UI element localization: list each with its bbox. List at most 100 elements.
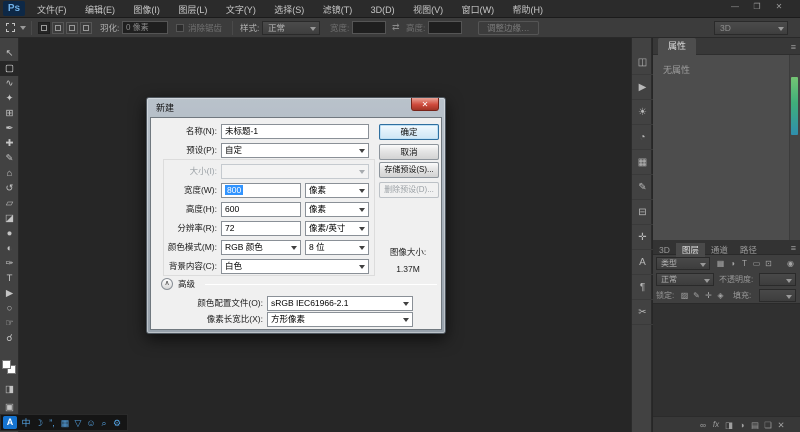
filter-adjustment-layers-icon[interactable]: ◑ xyxy=(727,257,738,270)
ime-logo-icon[interactable]: A xyxy=(3,416,17,429)
adjustments-panel-icon[interactable]: ☀ xyxy=(632,100,653,125)
tool-type[interactable]: T xyxy=(0,271,19,286)
ime-keyboard-icon[interactable]: ▦ xyxy=(59,417,71,429)
bit-depth-dropdown[interactable]: 8 位 xyxy=(305,240,369,255)
advanced-toggle-icon[interactable]: ∧ xyxy=(161,278,173,290)
ime-punctuation-icon[interactable]: ”, xyxy=(46,417,58,429)
menu-file[interactable]: 文件(F) xyxy=(30,1,74,19)
tool-healing-brush[interactable]: ✚ xyxy=(0,136,19,151)
masks-panel-icon[interactable]: ◔ xyxy=(632,125,653,150)
filter-shape-layers-icon[interactable]: ▭ xyxy=(751,257,762,270)
opacity-dropdown[interactable] xyxy=(759,273,796,286)
add-to-selection-icon[interactable] xyxy=(52,22,64,34)
menu-layer[interactable]: 图层(L) xyxy=(171,1,214,19)
clone-source-panel-icon[interactable]: ⊟ xyxy=(632,200,653,225)
pixel-aspect-dropdown[interactable]: 方形像素 xyxy=(267,312,413,327)
panel-menu-icon[interactable]: ≡ xyxy=(791,42,796,52)
tool-rectangular-marquee[interactable]: ▢ xyxy=(0,61,19,76)
menu-window[interactable]: 窗口(W) xyxy=(455,1,502,19)
tool-brush[interactable]: ✎ xyxy=(0,151,19,166)
size-dropdown[interactable] xyxy=(221,164,369,179)
filter-type-layers-icon[interactable]: T xyxy=(739,257,750,270)
quick-mask-icon[interactable]: ◨ xyxy=(0,382,19,397)
antialias-checkbox[interactable] xyxy=(176,24,184,32)
properties-scrollbar[interactable] xyxy=(789,55,800,240)
ime-user-icon[interactable]: ☺ xyxy=(85,417,97,429)
restore-icon[interactable]: ❐ xyxy=(748,2,766,11)
tool-preset-icon[interactable] xyxy=(6,23,15,32)
tool-gradient[interactable]: ◪ xyxy=(0,211,19,226)
ime-skin-icon[interactable]: ▽ xyxy=(72,417,84,429)
swap-dimensions-icon[interactable]: ⇄ xyxy=(392,22,400,33)
menu-view[interactable]: 视图(V) xyxy=(406,1,450,19)
cancel-button[interactable]: 取消 xyxy=(379,144,439,160)
tool-lasso[interactable]: ∿ xyxy=(0,76,19,91)
background-dropdown[interactable]: 白色 xyxy=(221,259,369,274)
paragraph-panel-icon[interactable]: ¶ xyxy=(632,275,653,300)
menu-type[interactable]: 文字(Y) xyxy=(219,1,263,19)
tool-zoom[interactable]: ☌ xyxy=(0,331,19,346)
minimize-icon[interactable]: — xyxy=(726,2,744,11)
menu-3d[interactable]: 3D(D) xyxy=(364,1,402,19)
dialog-close-icon[interactable]: ✕ xyxy=(411,98,439,111)
history-panel-icon[interactable]: ◫ xyxy=(632,50,653,75)
close-icon[interactable]: ✕ xyxy=(770,2,788,11)
tool-ellipse[interactable]: ○ xyxy=(0,301,19,316)
menu-filter[interactable]: 滤镜(T) xyxy=(316,1,360,19)
brush-presets-panel-icon[interactable]: ✎ xyxy=(632,175,653,200)
link-layers-icon[interactable]: ∞ xyxy=(697,419,709,431)
tab-paths[interactable]: 路径 xyxy=(734,243,763,258)
menu-select[interactable]: 选择(S) xyxy=(267,1,311,19)
menu-help[interactable]: 帮助(H) xyxy=(506,1,551,19)
tool-quick-selection[interactable]: ✦ xyxy=(0,91,19,106)
tool-pen[interactable]: ✑ xyxy=(0,256,19,271)
ime-settings-icon[interactable]: ⚙ xyxy=(111,417,123,429)
lock-position-icon[interactable]: ✛ xyxy=(703,289,714,302)
tool-hand[interactable]: ☞ xyxy=(0,316,19,331)
layer-filter-dropdown[interactable]: 类型 xyxy=(656,257,710,270)
layer-list[interactable] xyxy=(653,303,800,416)
notes-panel-icon[interactable]: ✂ xyxy=(632,300,653,325)
tool-dodge[interactable]: ◐ xyxy=(0,241,19,256)
intersect-selection-icon[interactable] xyxy=(80,22,92,34)
menu-edit[interactable]: 编辑(E) xyxy=(78,1,122,19)
tool-move[interactable]: ↖ xyxy=(0,46,19,61)
tool-path-selection[interactable]: ▶ xyxy=(0,286,19,301)
fill-dropdown[interactable] xyxy=(759,289,796,302)
tool-blur[interactable]: ● xyxy=(0,226,19,241)
filter-pixel-layers-icon[interactable]: ▦ xyxy=(715,257,726,270)
resolution-input[interactable]: 72 xyxy=(221,221,301,236)
filter-toggle-icon[interactable]: ◉ xyxy=(785,257,796,270)
ime-half-width-icon[interactable]: ☽ xyxy=(33,417,45,429)
delete-layer-icon[interactable]: ✕ xyxy=(775,419,787,431)
tab-properties[interactable]: 属性 xyxy=(658,38,696,55)
feather-input[interactable]: 0 像素 xyxy=(122,21,168,34)
ok-button[interactable]: 确定 xyxy=(379,124,439,140)
resolution-unit-dropdown[interactable]: 像素/英寸 xyxy=(305,221,369,236)
lock-transparent-pixels-icon[interactable]: ▨ xyxy=(679,289,690,302)
tool-eyedropper[interactable]: ✒ xyxy=(0,121,19,136)
blend-mode-dropdown[interactable]: 正常 xyxy=(656,273,714,286)
tool-history-brush[interactable]: ↺ xyxy=(0,181,19,196)
refine-edge-button[interactable]: 调整边缘… xyxy=(478,21,539,35)
tool-presets-panel-icon[interactable]: ✛ xyxy=(632,225,653,250)
width-input[interactable]: 800 xyxy=(221,183,301,198)
ime-search-icon[interactable]: ⌕ xyxy=(98,417,110,429)
actions-panel-icon[interactable]: ▶ xyxy=(632,75,653,100)
menu-image[interactable]: 图像(I) xyxy=(126,1,167,19)
save-preset-button[interactable]: 存储预设(S)... xyxy=(379,162,439,178)
character-panel-icon[interactable]: A xyxy=(632,250,653,275)
width-unit-dropdown[interactable]: 像素 xyxy=(305,183,369,198)
tool-clone-stamp[interactable]: ⌂ xyxy=(0,166,19,181)
ime-language-icon[interactable]: 中 xyxy=(20,417,32,429)
layer-effects-icon[interactable]: fx xyxy=(710,419,722,431)
width-input[interactable] xyxy=(352,21,386,34)
foreground-color-swatch[interactable] xyxy=(2,360,11,369)
tool-crop[interactable]: ⊞ xyxy=(0,106,19,121)
panel-menu-icon[interactable]: ≡ xyxy=(791,243,796,253)
tab-channels[interactable]: 通道 xyxy=(705,243,734,258)
preset-dropdown[interactable]: 自定 xyxy=(221,143,369,158)
workspace-dropdown[interactable]: 3D xyxy=(714,21,788,35)
screen-mode-icon[interactable]: ▣ xyxy=(0,400,19,415)
new-group-icon[interactable]: ▤ xyxy=(749,419,761,431)
